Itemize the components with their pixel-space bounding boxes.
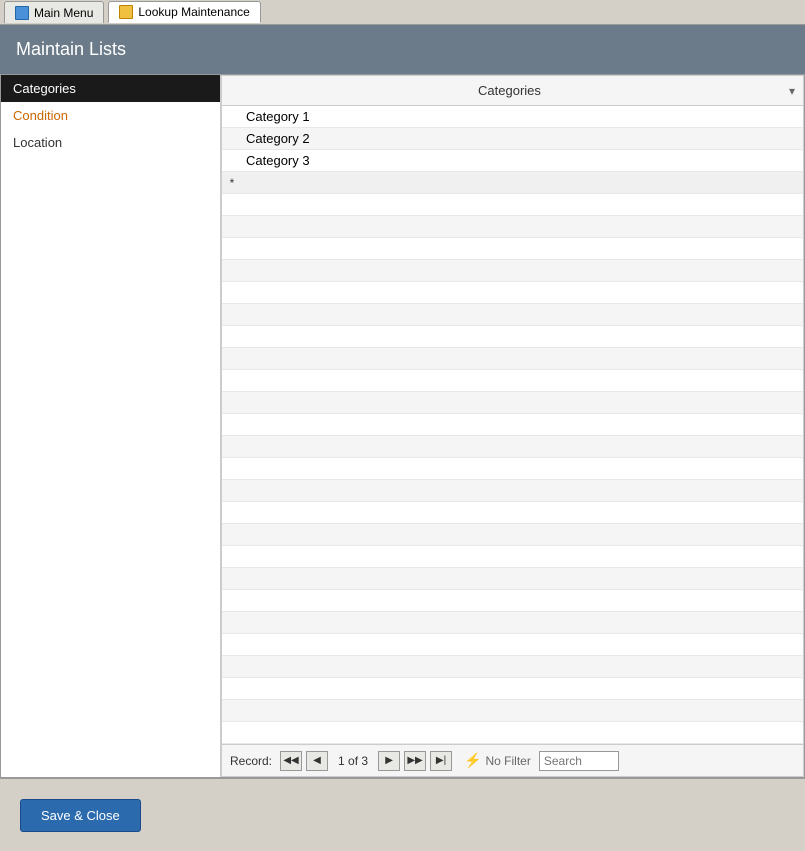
tab-main-menu[interactable]: Main Menu — [4, 1, 104, 23]
sidebar: Categories Condition Location — [1, 75, 221, 777]
grid-body: * — [222, 106, 803, 744]
table-row-empty — [222, 436, 803, 458]
table-row-empty — [222, 502, 803, 524]
tab-bar: Main Menu Lookup Maintenance — [0, 0, 805, 25]
sort-icon[interactable]: ▾ — [789, 84, 795, 98]
table-row-empty — [222, 326, 803, 348]
content-area: Categories Condition Location Categories… — [0, 74, 805, 778]
table-row-empty — [222, 480, 803, 502]
table-row-empty — [222, 700, 803, 722]
save-close-button[interactable]: Save & Close — [20, 799, 141, 832]
table-row-empty — [222, 458, 803, 480]
table-row-empty — [222, 568, 803, 590]
row-input-1[interactable] — [246, 109, 799, 124]
table-row[interactable] — [222, 106, 803, 128]
search-input[interactable] — [539, 751, 619, 771]
nav-next-button[interactable]: ▶ — [378, 751, 400, 771]
table-row-empty — [222, 260, 803, 282]
table-row-new[interactable]: * — [222, 172, 803, 194]
table-row-empty — [222, 392, 803, 414]
table-row-empty — [222, 370, 803, 392]
new-row-indicator: * — [222, 174, 242, 192]
filter-icon: ⚡ — [464, 752, 481, 769]
sidebar-item-categories[interactable]: Categories — [1, 75, 220, 102]
page-header: Maintain Lists — [0, 25, 805, 74]
table-row[interactable] — [222, 128, 803, 150]
nav-current-record: 1 of 3 — [332, 754, 374, 768]
table-row-empty — [222, 722, 803, 744]
grid-column-header: Categories — [230, 83, 789, 98]
row-cell-1[interactable] — [242, 107, 803, 127]
record-label: Record: — [230, 754, 272, 768]
tab-lookup-maintenance[interactable]: Lookup Maintenance — [108, 1, 260, 23]
table-row[interactable] — [222, 150, 803, 172]
table-row-empty — [222, 282, 803, 304]
table-row-empty — [222, 216, 803, 238]
row-cell-3[interactable] — [242, 151, 803, 171]
row-cell-2[interactable] — [242, 129, 803, 149]
sidebar-item-condition[interactable]: Condition — [1, 102, 220, 129]
row-indicator-3 — [222, 159, 242, 163]
table-row-empty — [222, 524, 803, 546]
table-row-empty — [222, 590, 803, 612]
table-row-empty — [222, 678, 803, 700]
lookup-icon — [119, 5, 133, 19]
no-filter-label: No Filter — [486, 754, 531, 768]
row-indicator-1 — [222, 115, 242, 119]
nav-last-button[interactable]: ▶▶ — [404, 751, 426, 771]
nav-first-button[interactable]: ◀◀ — [280, 751, 302, 771]
table-row-empty — [222, 348, 803, 370]
nav-bar: Record: ◀◀ ◀ 1 of 3 ▶ ▶▶ ▶| ⚡ No Filter — [222, 744, 803, 776]
row-indicator-2 — [222, 137, 242, 141]
row-input-new[interactable] — [246, 175, 799, 190]
table-row-empty — [222, 656, 803, 678]
grid-header: Categories ▾ — [222, 76, 803, 106]
main-menu-icon — [15, 6, 29, 20]
row-cell-new[interactable] — [242, 173, 803, 193]
data-panel: Categories ▾ — [221, 75, 804, 777]
table-row-empty — [222, 612, 803, 634]
sidebar-item-location[interactable]: Location — [1, 129, 220, 156]
row-input-2[interactable] — [246, 131, 799, 146]
table-row-empty — [222, 546, 803, 568]
tab-main-menu-label: Main Menu — [34, 6, 93, 20]
table-row-empty — [222, 304, 803, 326]
table-row-empty — [222, 414, 803, 436]
page-title: Maintain Lists — [16, 39, 126, 60]
table-row-empty — [222, 634, 803, 656]
nav-prev-button[interactable]: ◀ — [306, 751, 328, 771]
table-row-empty — [222, 194, 803, 216]
bottom-bar: Save & Close — [0, 778, 805, 851]
nav-filter: ⚡ No Filter — [464, 752, 531, 769]
row-input-3[interactable] — [246, 153, 799, 168]
table-row-empty — [222, 238, 803, 260]
tab-lookup-label: Lookup Maintenance — [138, 5, 249, 19]
nav-end-button[interactable]: ▶| — [430, 751, 452, 771]
